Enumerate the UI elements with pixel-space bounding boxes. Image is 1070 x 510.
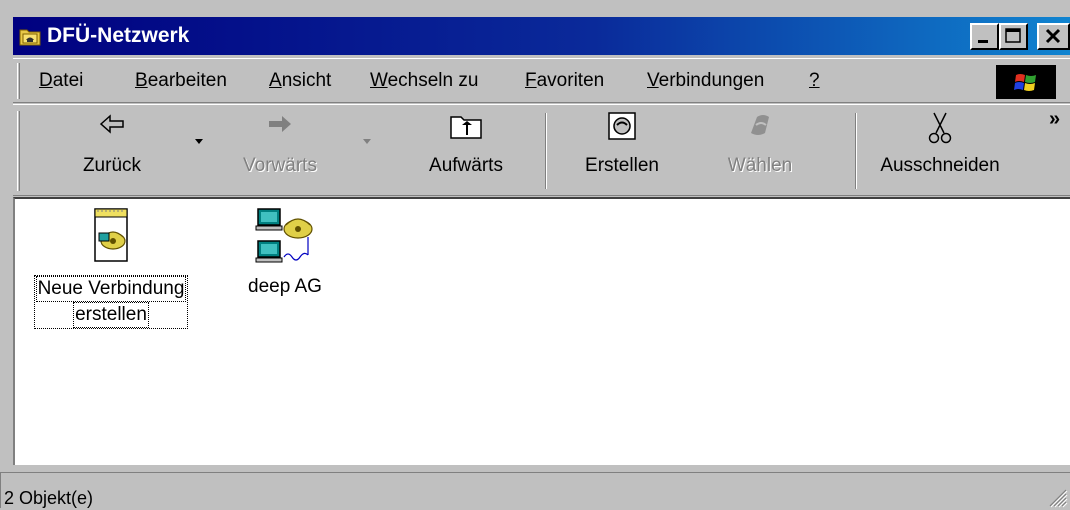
minimize-button[interactable] [970, 23, 999, 50]
menu-accel-bearbeiten: B [135, 70, 148, 91]
menu-accel-datei: D [39, 70, 53, 91]
dialup-connection-icon [255, 208, 313, 263]
new-connection-caption: Neue Verbindung erstellen [21, 275, 201, 329]
menu-wechseln-zu[interactable]: Wechseln zu [370, 70, 478, 92]
status-object-count: 2 Objekt(e) [4, 488, 94, 508]
menu-accel-verbindungen: V [647, 70, 659, 91]
menu-rest-favoriten: avoriten [536, 70, 605, 91]
new-connection-icon [94, 208, 128, 262]
forward-arrow-icon [269, 116, 291, 132]
menu-rest-wechseln: echseln zu [387, 70, 479, 91]
close-button[interactable] [1037, 23, 1070, 50]
menu-help[interactable]: ? [809, 70, 820, 92]
toolbar: Zurück Vorwärts Aufwärts Erstellen Wähle… [13, 104, 1070, 196]
minimize-icon [978, 40, 988, 43]
list-item-new-connection[interactable]: Neue Verbindung erstellen [21, 199, 201, 339]
windows-flag-icon [1014, 74, 1036, 91]
menu-grip[interactable] [17, 63, 20, 99]
window-title: DFÜ-Netzwerk [47, 24, 190, 47]
menu-accel-ansicht: A [269, 70, 282, 91]
up-label: Aufwärts [429, 155, 503, 176]
dial-icon [751, 115, 769, 135]
toolbar-grip[interactable] [17, 111, 20, 191]
status-bar: 2 Objekt(e) [0, 468, 1070, 510]
forward-dropdown-icon[interactable] [362, 137, 372, 145]
deep-ag-label: deep AG [248, 276, 322, 297]
menu-rest-datei: atei [52, 70, 84, 91]
forward-button[interactable]: Vorwärts [225, 105, 335, 195]
toolbar-separator [545, 113, 547, 189]
menu-accel-favoriten: F [525, 70, 537, 91]
new-connection-label: Neue Verbindung erstellen [33, 275, 189, 329]
menu-bearbeiten[interactable]: Bearbeiten [135, 70, 227, 92]
menu-datei[interactable]: Datei [39, 70, 83, 92]
menu-rest-ansicht: nsicht [281, 70, 332, 91]
back-label: Zurück [82, 155, 142, 176]
status-panel: 2 Objekt(e) [0, 472, 1070, 508]
back-dropdown-icon[interactable] [194, 137, 204, 145]
window: DFÜ-Netzwerk Datei Bearbeiten Ansicht We… [0, 0, 1070, 510]
menu-bar: Datei Bearbeiten Ansicht Wechseln zu Fav… [13, 58, 1070, 103]
up-button[interactable]: Aufwärts [401, 105, 531, 195]
dial-label: Wählen [727, 155, 793, 176]
dialup-folder-icon [19, 29, 41, 46]
back-button[interactable]: Zurück [57, 105, 167, 195]
scissors-icon [928, 112, 952, 144]
menu-accel-wechseln: W [370, 70, 388, 91]
menu-verbindungen[interactable]: Verbindungen [647, 70, 764, 92]
toolbar-separator-2 [855, 113, 857, 189]
maximize-button[interactable] [999, 23, 1028, 50]
menu-rest-verbindungen: erbindungen [658, 70, 765, 91]
menu-help-label: ? [809, 70, 820, 91]
file-list-view[interactable]: Neue Verbindung erstellen deep AG [13, 197, 1070, 465]
list-item-deep-ag[interactable]: deep AG [225, 199, 345, 309]
cut-label: Ausschneiden [880, 155, 1000, 176]
menu-rest-bearbeiten: earbeiten [147, 70, 227, 91]
menu-favoriten[interactable]: Favoriten [525, 70, 604, 92]
create-connection-icon [608, 112, 636, 140]
title-bar[interactable]: DFÜ-Netzwerk [13, 17, 1070, 55]
new-connection-line1: Neue Verbindung [35, 276, 187, 302]
back-arrow-icon [99, 114, 124, 134]
menu-ansicht[interactable]: Ansicht [269, 70, 331, 92]
cut-button[interactable]: Ausschneiden [865, 105, 1015, 195]
up-folder-icon [450, 116, 482, 139]
toolbar-overflow-chevron[interactable]: » [1049, 109, 1060, 129]
create-label: Erstellen [585, 155, 659, 176]
maximize-icon [1005, 28, 1021, 43]
resize-grip-icon[interactable] [1044, 484, 1068, 508]
close-icon [1045, 28, 1061, 44]
forward-label: Vorwärts [243, 155, 317, 176]
create-button[interactable]: Erstellen [567, 105, 677, 195]
deep-ag-caption: deep AG [225, 275, 345, 299]
new-connection-line2: erstellen [73, 302, 149, 328]
windows-logo-throbber [996, 65, 1056, 99]
dial-button[interactable]: Wählen [705, 105, 815, 195]
